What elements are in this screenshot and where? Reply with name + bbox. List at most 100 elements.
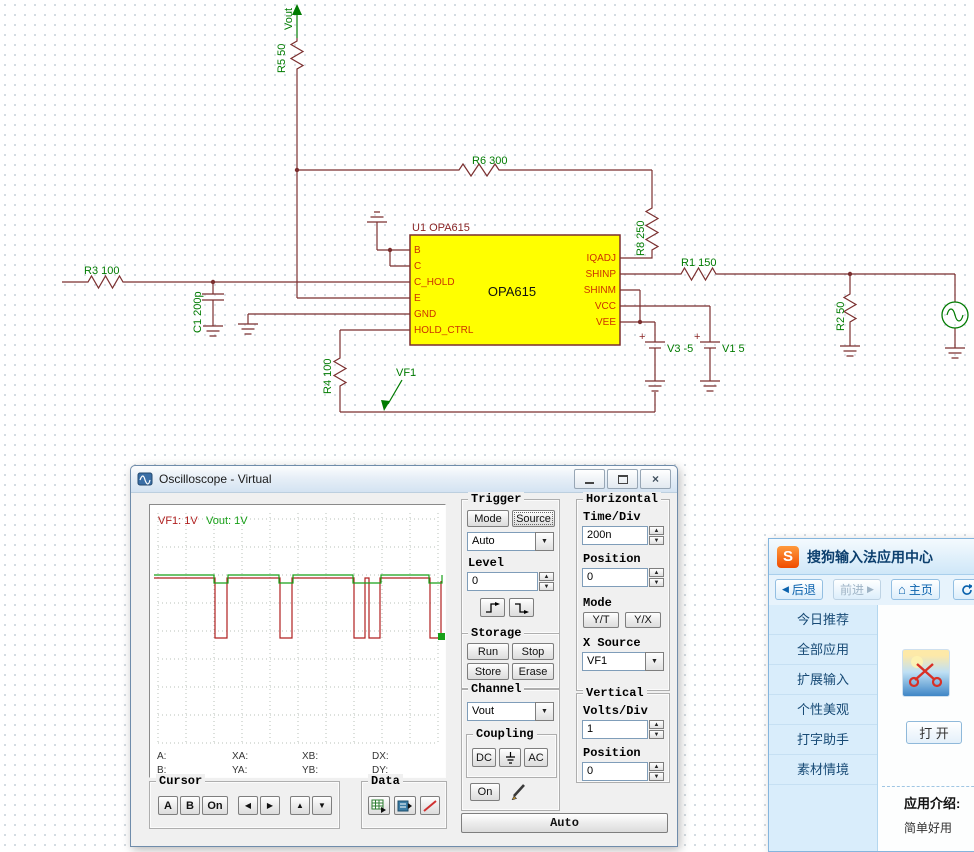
volts-div-spinner[interactable]: 1 ▲ ▼ bbox=[582, 720, 664, 739]
x-source-combo[interactable]: VF1 ▼ bbox=[582, 652, 664, 671]
cursor-right-button[interactable]: ▶ bbox=[260, 796, 280, 815]
sogou-app-center-panel[interactable]: S 搜狗输入法应用中心 ◀ 后退 前进 ▶ ⌂ 主页 今日推荐 全部应用 扩展输… bbox=[768, 538, 974, 852]
clear-data-button[interactable] bbox=[420, 796, 440, 815]
channel-select-combo[interactable]: Vout ▼ bbox=[467, 702, 554, 721]
sine-source[interactable] bbox=[941, 301, 969, 329]
yt-mode-button[interactable]: Y/T bbox=[583, 612, 619, 628]
capacitor-c1[interactable]: C1 200p bbox=[192, 291, 224, 333]
channel-color-pen-icon[interactable] bbox=[510, 782, 530, 805]
trigger-mode-button[interactable]: Mode bbox=[467, 510, 509, 527]
spinner-down-icon[interactable]: ▼ bbox=[539, 582, 554, 591]
open-app-button[interactable]: 打 开 bbox=[906, 721, 962, 744]
window-title: Oscilloscope - Virtual bbox=[159, 472, 272, 486]
spinner-down-icon[interactable]: ▼ bbox=[649, 730, 664, 739]
home-button[interactable]: ⌂ 主页 bbox=[891, 579, 940, 600]
resistor-r1[interactable]: R1 150 bbox=[678, 257, 719, 282]
minimize-button[interactable] bbox=[574, 469, 605, 489]
trigger-source-button[interactable]: Source bbox=[512, 510, 555, 527]
trigger-group-label: Trigger bbox=[468, 492, 525, 506]
spinner-up-icon[interactable]: ▲ bbox=[649, 720, 664, 729]
scope-grid-and-traces bbox=[154, 513, 445, 744]
chevron-down-icon[interactable]: ▼ bbox=[535, 532, 554, 551]
title-bar[interactable]: Oscilloscope - Virtual × bbox=[131, 466, 677, 493]
refresh-button[interactable] bbox=[953, 579, 974, 600]
resistor-r6[interactable]: R6 300 bbox=[455, 155, 507, 178]
resistor-r8[interactable]: R8 250 bbox=[635, 205, 660, 256]
junction-dot bbox=[847, 271, 853, 277]
vertical-group-label: Vertical bbox=[583, 686, 647, 700]
readout-ya: YA: bbox=[232, 765, 248, 776]
oscilloscope-window[interactable]: Oscilloscope - Virtual × VF1: 1V Vout: 1… bbox=[130, 465, 678, 847]
menu-item-material[interactable]: 素材情境 bbox=[769, 755, 877, 785]
export-table-button[interactable] bbox=[368, 796, 390, 815]
cursor-b-button[interactable]: B bbox=[180, 796, 200, 815]
pin-label-vcc: VCC bbox=[595, 301, 616, 312]
menu-item-today[interactable]: 今日推荐 bbox=[769, 605, 877, 635]
battery-v3[interactable]: + V3 -5 bbox=[639, 322, 693, 381]
menu-item-typing-helper[interactable]: 打字助手 bbox=[769, 725, 877, 755]
vertical-group: Vertical Volts/Div 1 ▲ ▼ Position 0 ▲ ▼ bbox=[576, 686, 670, 783]
spinner-up-icon[interactable]: ▲ bbox=[649, 526, 664, 535]
cursor-down-button[interactable]: ▼ bbox=[312, 796, 332, 815]
component-label: V3 -5 bbox=[667, 343, 693, 355]
menu-item-all-apps[interactable]: 全部应用 bbox=[769, 635, 877, 665]
coupling-ground-button[interactable] bbox=[499, 748, 521, 767]
net-label-vf1: VF1 bbox=[396, 367, 416, 379]
plus-sign: + bbox=[694, 331, 700, 343]
component-label: V1 5 bbox=[722, 343, 745, 355]
arrow-left-icon: ◀ bbox=[244, 801, 252, 810]
channel-on-button[interactable]: On bbox=[470, 783, 500, 801]
export-file-button[interactable] bbox=[394, 796, 416, 815]
chevron-down-icon[interactable]: ▼ bbox=[535, 702, 554, 721]
trigger-level-spinner[interactable]: 0 ▲ ▼ bbox=[467, 572, 554, 591]
chip-u1-opa615[interactable]: U1 OPA615 OPA615 B C C_HOLD E GND HOLD_C… bbox=[409, 222, 621, 346]
trigger-falling-edge-button[interactable] bbox=[509, 598, 534, 617]
spinner-down-icon[interactable]: ▼ bbox=[649, 578, 664, 587]
cursor-a-button[interactable]: A bbox=[158, 796, 178, 815]
spinner-up-icon[interactable]: ▲ bbox=[539, 572, 554, 581]
time-div-spinner[interactable]: 200n ▲ ▼ bbox=[582, 526, 664, 545]
h-mode-label: Mode bbox=[583, 596, 612, 610]
junction-dot bbox=[294, 167, 300, 173]
spinner-up-icon[interactable]: ▲ bbox=[649, 568, 664, 577]
coupling-dc-button[interactable]: DC bbox=[472, 748, 496, 767]
app-thumbnail[interactable] bbox=[902, 649, 950, 697]
cursor-on-button[interactable]: On bbox=[202, 796, 228, 815]
cursor-left-button[interactable]: ◀ bbox=[238, 796, 258, 815]
trigger-rising-edge-button[interactable] bbox=[480, 598, 505, 617]
sogou-menu: 今日推荐 全部应用 扩展输入 个性美观 打字助手 素材情境 bbox=[769, 605, 878, 851]
forward-button[interactable]: 前进 ▶ bbox=[833, 579, 881, 600]
maximize-button[interactable] bbox=[607, 469, 638, 489]
spinner-up-icon[interactable]: ▲ bbox=[649, 762, 664, 771]
channel-position-marker bbox=[438, 633, 445, 640]
cursor-up-button[interactable]: ▲ bbox=[290, 796, 310, 815]
back-button[interactable]: ◀ 后退 bbox=[775, 579, 823, 600]
store-button[interactable]: Store bbox=[467, 663, 509, 680]
resistor-r3[interactable]: R3 100 bbox=[84, 265, 126, 290]
auto-button[interactable]: Auto bbox=[461, 813, 668, 833]
resistor-r2[interactable]: R2 50 bbox=[835, 291, 858, 331]
spinner-down-icon[interactable]: ▼ bbox=[649, 772, 664, 781]
resistor-r5[interactable]: R5 50 bbox=[276, 38, 305, 73]
trigger-mode-combo[interactable]: Auto ▼ bbox=[467, 532, 554, 551]
battery-v1[interactable]: + V1 5 bbox=[694, 306, 745, 381]
h-position-spinner[interactable]: 0 ▲ ▼ bbox=[582, 568, 664, 587]
coupling-ac-button[interactable]: AC bbox=[524, 748, 548, 767]
chevron-down-icon[interactable]: ▼ bbox=[645, 652, 664, 671]
trigger-group: Trigger Mode Source Auto ▼ Level 0 ▲ ▼ bbox=[461, 492, 560, 634]
probe-vout[interactable]: Vout bbox=[283, 4, 302, 38]
spinner-down-icon[interactable]: ▼ bbox=[649, 536, 664, 545]
stop-button[interactable]: Stop bbox=[512, 643, 554, 660]
sogou-body: 今日推荐 全部应用 扩展输入 个性美观 打字助手 素材情境 打 开 应用介绍: … bbox=[769, 605, 974, 851]
scope-display[interactable]: VF1: 1V Vout: 1V A: XA: XB: DX: B: YA: Y… bbox=[149, 504, 446, 778]
probe-vf1[interactable]: VF1 bbox=[381, 367, 416, 411]
resistor-r4[interactable]: R4 100 bbox=[322, 355, 348, 394]
menu-item-extended-input[interactable]: 扩展输入 bbox=[769, 665, 877, 695]
yx-mode-button[interactable]: Y/X bbox=[625, 612, 661, 628]
close-button[interactable]: × bbox=[640, 469, 671, 489]
v-position-spinner[interactable]: 0 ▲ ▼ bbox=[582, 762, 664, 781]
run-button[interactable]: Run bbox=[467, 643, 509, 660]
erase-button[interactable]: Erase bbox=[512, 663, 554, 680]
horizontal-group: Horizontal Time/Div 200n ▲ ▼ Position 0 … bbox=[576, 492, 670, 691]
menu-item-personalize[interactable]: 个性美观 bbox=[769, 695, 877, 725]
